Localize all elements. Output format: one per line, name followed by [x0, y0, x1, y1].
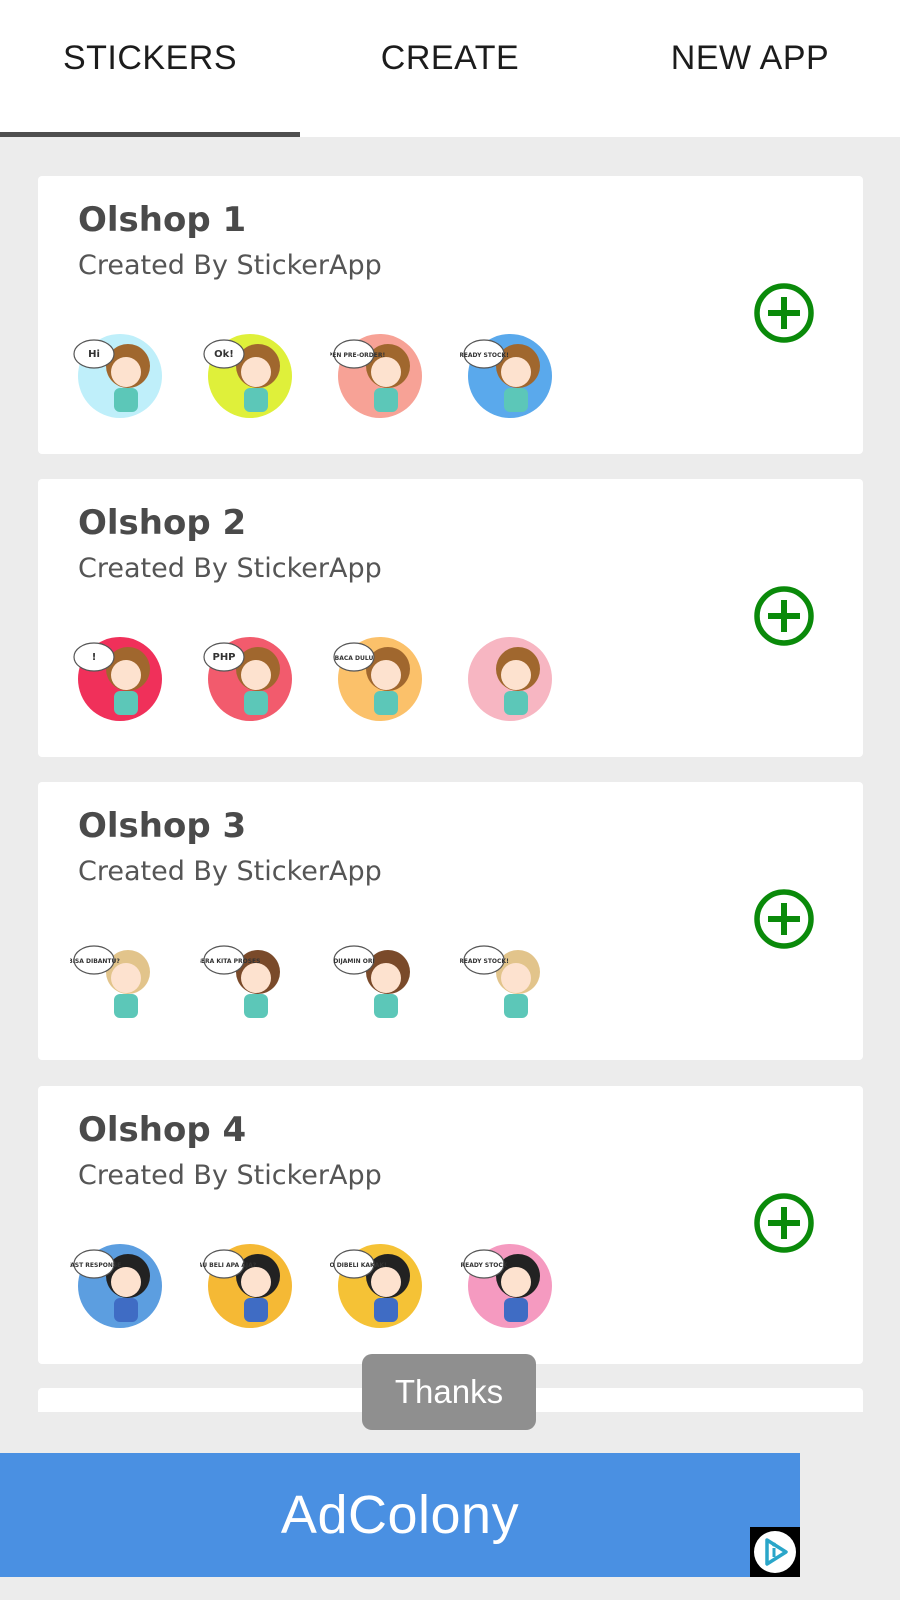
svg-text:Hi: Hi — [88, 349, 100, 360]
sticker-thumbnail: SEGERA KITA PROSES — [188, 930, 300, 1030]
tab-create[interactable]: CREATE — [300, 0, 600, 137]
svg-text:!: ! — [92, 652, 97, 663]
svg-text:DIJAMIN ORI: DIJAMIN ORI — [333, 958, 374, 965]
pack-author: Created By StickerApp — [78, 856, 382, 887]
svg-text:READY STOCK!: READY STOCK! — [460, 352, 509, 359]
sticker-thumbnail: READY STOCK! — [459, 324, 560, 424]
sticker-thumbnail: DIJAMIN ORI — [330, 930, 430, 1030]
sticker-thumbnail: FAST RESPONSE — [67, 1234, 170, 1334]
active-tab-indicator — [0, 132, 300, 137]
sticker-thumbnail: Hi — [70, 324, 170, 424]
sticker-thumbnail — [460, 627, 560, 727]
pack-title: Olshop 4 — [78, 1110, 247, 1150]
sticker-thumbnail: READY STOCK! — [459, 930, 560, 1030]
svg-text:PHP: PHP — [212, 652, 235, 663]
tab-bar: STICKERS CREATE NEW APP — [0, 0, 900, 137]
pack-author: Created By StickerApp — [78, 250, 382, 281]
pack-author: Created By StickerApp — [78, 1160, 382, 1191]
add-pack-icon[interactable] — [753, 585, 815, 647]
sticker-pack-card[interactable]: Olshop 2 Created By StickerApp ! PHP BACA … — [38, 479, 863, 757]
sticker-thumbnail: BISA DIBANTU? — [68, 930, 170, 1030]
svg-text:FAST RESPONSE: FAST RESPONSE — [70, 1262, 121, 1269]
tab-stickers[interactable]: STICKERS — [0, 0, 300, 137]
sticker-thumbnail: PHP — [200, 627, 300, 727]
svg-text:SEGERA KITA PROSES: SEGERA KITA PROSES — [200, 958, 260, 965]
ad-choices-icon[interactable] — [750, 1527, 800, 1577]
sticker-pack-card[interactable]: Olshop 3 Created By StickerApp BISA DIBA… — [38, 782, 863, 1060]
sticker-thumbnail: BACA DULU — [330, 627, 430, 727]
sticker-pack-card[interactable]: Olshop 1 Created By StickerApp Hi Ok! OPEN… — [38, 176, 863, 454]
add-pack-icon[interactable] — [753, 1192, 815, 1254]
svg-text:OPEN PRE-ORDER!: OPEN PRE-ORDER! — [330, 352, 385, 359]
pack-title: Olshop 1 — [78, 200, 247, 240]
ad-banner[interactable]: AdColony — [0, 1453, 800, 1577]
sticker-thumbnail: READY STOCK — [460, 1234, 560, 1334]
add-pack-icon[interactable] — [753, 888, 815, 950]
svg-text:MAU BELI APA AJA?: MAU BELI APA AJA? — [200, 1262, 257, 1269]
tab-new-app[interactable]: NEW APP — [600, 0, 900, 137]
toast-message: Thanks — [362, 1354, 536, 1430]
svg-text:READY STOCK!: READY STOCK! — [460, 958, 509, 965]
svg-text:BISA DIBANTU?: BISA DIBANTU? — [70, 958, 120, 965]
svg-text:AYO DIBELI KAKAK!: AYO DIBELI KAKAK! — [330, 1262, 387, 1269]
sticker-thumbnail: OPEN PRE-ORDER! — [323, 324, 430, 424]
ad-label: AdColony — [280, 1485, 520, 1545]
sticker-thumbnail: AYO DIBELI KAKAK! — [321, 1234, 430, 1334]
svg-text:BACA DULU: BACA DULU — [335, 655, 374, 662]
sticker-thumbnail: MAU BELI APA AJA? — [192, 1234, 300, 1334]
svg-text:READY STOCK: READY STOCK — [461, 1262, 508, 1269]
pack-title: Olshop 2 — [78, 503, 247, 543]
add-pack-icon[interactable] — [753, 282, 815, 344]
pack-title: Olshop 3 — [78, 806, 247, 846]
sticker-thumbnail: Ok! — [200, 324, 300, 424]
sticker-pack-card[interactable]: Olshop 4 Created By StickerApp FAST RESP… — [38, 1086, 863, 1364]
pack-author: Created By StickerApp — [78, 553, 382, 584]
sticker-thumbnail: ! — [70, 627, 170, 727]
svg-text:Ok!: Ok! — [214, 349, 234, 360]
